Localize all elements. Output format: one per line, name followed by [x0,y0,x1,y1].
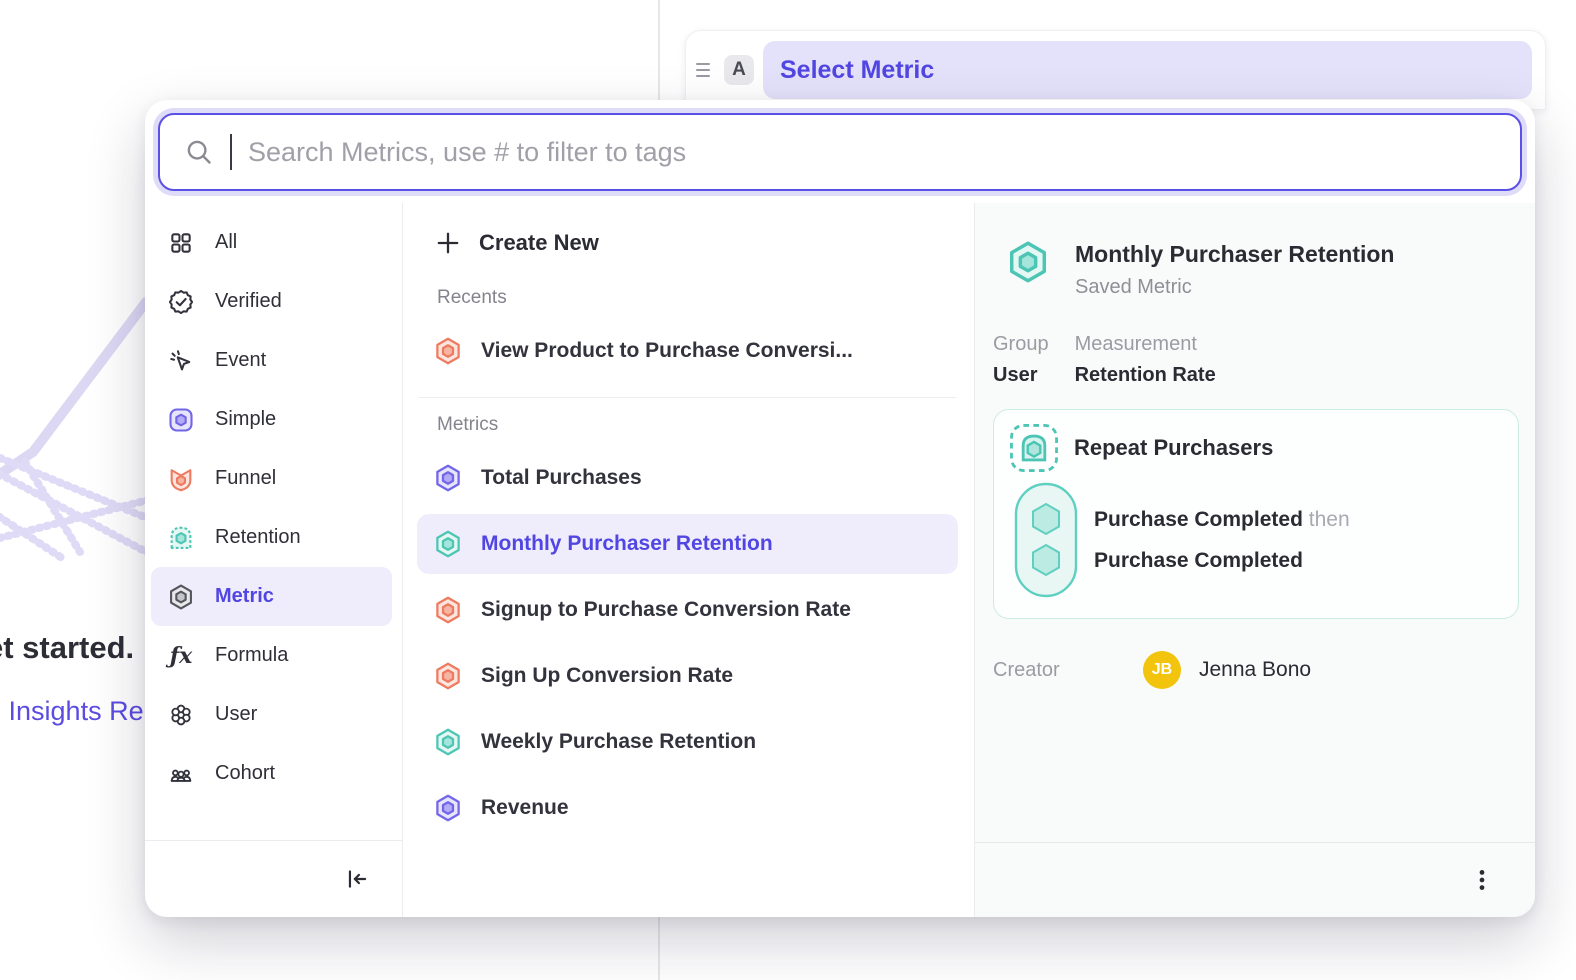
formula-fx-icon: ƒx [167,642,195,670]
creator-name: Jenna Bono [1199,658,1311,682]
behavior-connector: then [1309,508,1350,531]
sidebar-item-label: User [215,703,257,726]
detail-footer [975,842,1535,917]
drag-handle-icon[interactable] [696,63,716,77]
metric-hexagon-icon [433,336,463,366]
sidebar-item-label: Verified [215,290,282,313]
sidebar-item-cohort[interactable]: Cohort [151,744,392,803]
select-metric-button[interactable]: Select Metric [763,41,1532,99]
metric-hexagon-icon [433,661,463,691]
metrics-list: Total Purchases Monthly Purchaser Retent… [417,448,958,838]
definition-name: Repeat Purchasers [1074,435,1273,461]
kebab-menu-icon [1469,867,1495,893]
metric-item[interactable]: Sign Up Conversion Rate [417,646,958,706]
background-link-fragment[interactable]: e Insights Re [0,696,144,727]
sidebar-item-all[interactable]: All [151,213,392,272]
sidebar-item-simple[interactable]: Simple [151,390,392,449]
sidebar-item-label: Event [215,349,266,372]
metric-item[interactable]: Signup to Purchase Conversion Rate [417,580,958,640]
creator-avatar: JB [1143,651,1181,689]
sidebar-item-user[interactable]: User [151,685,392,744]
sidebar-item-verified[interactable]: Verified [151,272,392,331]
metric-hexagon-icon [433,727,463,757]
more-options-button[interactable] [1463,861,1501,899]
simple-hexagon-icon [167,406,195,434]
sidebar-item-label: Simple [215,408,276,431]
metric-item-label: Monthly Purchaser Retention [481,532,773,556]
definition-card: Repeat Purchasers Purchase Completed the… [993,409,1519,619]
metric-hexagon-icon [433,793,463,823]
cursor-sparkle-icon [167,347,195,375]
sidebar-item-metric[interactable]: Metric [151,567,392,626]
sidebar-item-event[interactable]: Event [151,331,392,390]
sidebar-item-label: Retention [215,526,301,549]
metric-item-label: Revenue [481,796,569,820]
detail-title: Monthly Purchaser Retention [1075,239,1394,268]
create-new-label: Create New [479,230,599,256]
metric-item-label: Sign Up Conversion Rate [481,664,733,688]
detail-type-label: Saved Metric [1075,276,1394,299]
metric-item[interactable]: Total Purchases [417,448,958,508]
search-icon [184,137,214,167]
metric-list-column: Create New Recents View Product to Purch… [403,203,974,917]
metric-item-label: Signup to Purchase Conversion Rate [481,598,851,622]
verified-badge-icon [167,288,195,316]
app-background: et started. e Insights Re A Select Metri… [0,0,1576,980]
text-caret [230,134,232,170]
select-metric-label: Select Metric [780,56,934,85]
sidebar-item-formula[interactable]: ƒx Formula [151,626,392,685]
metric-item-label: Weekly Purchase Retention [481,730,756,754]
sidebar-item-label: Cohort [215,762,275,785]
group-value: User [993,364,1049,387]
metric-item-label: Total Purchases [481,466,642,490]
section-divider [419,397,956,398]
metric-hexagon-icon [1005,239,1051,299]
retention-arch-icon [167,524,195,552]
sidebar-item-label: Formula [215,644,288,667]
measurement-label: Measurement [1075,333,1216,356]
funnel-hexagon-icon [167,465,195,493]
metric-item[interactable]: Revenue [417,778,958,838]
sidebar-item-funnel[interactable]: Funnel [151,449,392,508]
recents-header: Recents [437,287,958,309]
sidebar-item-label: All [215,231,237,254]
behavior-step-1: Purchase Completed [1094,508,1303,531]
metric-item[interactable]: Weekly Purchase Retention [417,712,958,772]
metric-detail-panel: Monthly Purchaser Retention Saved Metric… [974,203,1535,917]
metric-picker-modal: All Verified [145,100,1535,917]
behavior-steps: Purchase Completed then Purchase Complet… [1094,499,1350,581]
metric-header-bar: A Select Metric [685,30,1546,110]
metric-hexagon-icon [433,529,463,559]
series-a-badge: A [724,55,754,85]
collapse-left-icon [344,866,370,892]
sidebar-item-retention[interactable]: Retention [151,508,392,567]
metric-hexagon-icon [167,583,195,611]
sidebar-footer [145,840,402,917]
background-heading-fragment: et started. [0,630,134,666]
behavior-step-2: Purchase Completed [1094,549,1303,572]
creator-label: Creator [993,659,1143,682]
sidebar-item-label: Funnel [215,467,276,490]
category-sidebar: All Verified [145,203,403,917]
create-new-button[interactable]: Create New [417,215,958,271]
metric-hexagon-icon [433,595,463,625]
search-input[interactable] [248,137,1496,168]
recent-item-label: View Product to Purchase Conversi... [481,339,853,363]
collapse-sidebar-button[interactable] [338,860,376,898]
saved-behavior-icon [1008,422,1060,474]
plus-icon [435,230,461,256]
metric-item[interactable]: Monthly Purchaser Retention [417,514,958,574]
behavior-steps-icon [1014,482,1078,598]
search-bar[interactable] [158,113,1522,191]
recent-item[interactable]: View Product to Purchase Conversi... [417,321,958,381]
measurement-value: Retention Rate [1075,364,1216,387]
cohort-people-icon [167,760,195,788]
metrics-header: Metrics [437,414,958,436]
sidebar-item-label: Metric [215,585,274,608]
grid-icon [167,229,195,257]
metric-hexagon-icon [433,463,463,493]
user-cluster-icon [167,701,195,729]
group-label: Group [993,333,1049,356]
